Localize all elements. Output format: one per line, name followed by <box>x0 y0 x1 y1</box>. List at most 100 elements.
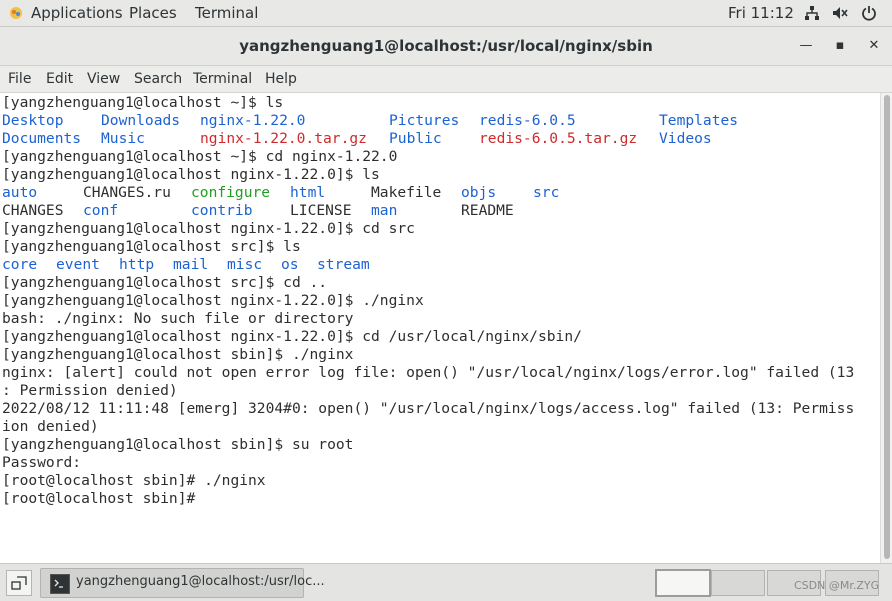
terminal-text-segment: nginx: [alert] could not open error log … <box>2 364 855 381</box>
terminal-line: Desktop Downloads nginx-1.22.0 Pictures redi… <box>2 112 878 130</box>
taskbar-window-label: yangzhenguang1@localhost:/usr/loc... <box>76 574 325 589</box>
terminal-text-segment: : Permission denied) <box>2 382 178 399</box>
terminal-text-segment: html <box>290 184 326 201</box>
minimize-icon: — <box>799 38 813 53</box>
terminal-text-segment: LICENSE <box>290 202 352 219</box>
terminal-text-segment: nginx-1.22.0 <box>200 112 306 129</box>
terminal-text-segment: redis-6.0.5.tar.gz <box>479 130 638 147</box>
menu-terminal[interactable]: Terminal <box>193 71 252 87</box>
terminal-text-segment: CHANGES.ru <box>83 184 171 201</box>
terminal-text-segment: mail <box>173 256 209 273</box>
terminal-text-segment: 2022/08/12 11:11:48 [emerg] 3204#0: open… <box>2 400 855 417</box>
menu-file[interactable]: File <box>8 71 31 87</box>
terminal-text-segment: bash: ./nginx: No such file or directory <box>2 310 354 327</box>
terminal-line: bash: ./nginx: No such file or directory <box>2 310 878 328</box>
terminal-text-segment: src <box>533 184 560 201</box>
menu-search[interactable]: Search <box>134 71 182 87</box>
terminal-line: Documents Music nginx-1.22.0.tar.gz Public r… <box>2 130 878 148</box>
terminal-line: [yangzhenguang1@localhost nginx-1.22.0]$… <box>2 220 878 238</box>
terminal-text-segment: Downloads <box>101 112 181 129</box>
window-title: yangzhenguang1@localhost:/usr/local/ngin… <box>239 37 653 55</box>
terminal-app-menu[interactable]: Terminal <box>195 4 258 22</box>
terminal-line: [yangzhenguang1@localhost ~]$ ls <box>2 94 878 112</box>
workspace-1[interactable] <box>655 569 711 597</box>
terminal-text-segment: Pictures <box>389 112 460 129</box>
terminal-text-segment: Documents <box>2 130 82 147</box>
terminal-text-segment: [yangzhenguang1@localhost nginx-1.22.0]$… <box>2 220 415 237</box>
terminal-text-segment: event <box>56 256 100 273</box>
minimize-button[interactable]: — <box>795 35 817 57</box>
window-titlebar[interactable]: yangzhenguang1@localhost:/usr/local/ngin… <box>0 27 892 66</box>
terminal-line: 2022/08/12 11:11:48 [emerg] 3204#0: open… <box>2 400 878 418</box>
volume-muted-icon[interactable] <box>832 5 848 21</box>
terminal-text-segment: [yangzhenguang1@localhost nginx-1.22.0]$… <box>2 166 380 183</box>
menu-view[interactable]: View <box>87 71 120 87</box>
show-desktop-button[interactable] <box>6 570 32 596</box>
terminal-text-segment: Music <box>101 130 145 147</box>
terminal-text-segment: os <box>281 256 299 273</box>
maximize-button[interactable]: ▪ <box>829 35 851 57</box>
terminal-line: auto CHANGES.ru configure html Makefile objs s… <box>2 184 878 202</box>
terminal-line: ion denied) <box>2 418 878 436</box>
terminal-text-segment: [yangzhenguang1@localhost sbin]$ ./nginx <box>2 346 354 363</box>
terminal-text-segment: Templates <box>659 112 739 129</box>
terminal-text-segment: [yangzhenguang1@localhost ~]$ ls <box>2 94 284 111</box>
terminal-line: [root@localhost sbin]# <box>2 490 878 508</box>
terminal-line: [yangzhenguang1@localhost src]$ ls <box>2 238 878 256</box>
terminal-line: [yangzhenguang1@localhost nginx-1.22.0]$… <box>2 328 878 346</box>
terminal-text-segment: http <box>119 256 155 273</box>
terminal-cursor <box>209 492 210 507</box>
applications-icon[interactable] <box>9 6 23 20</box>
network-icon[interactable] <box>804 5 820 21</box>
terminal-output[interactable]: [yangzhenguang1@localhost ~]$ ls Desktop D… <box>0 93 880 563</box>
terminal-text-segment: misc <box>227 256 263 273</box>
workspace-2[interactable] <box>711 570 765 596</box>
terminal-icon <box>50 574 70 594</box>
power-icon[interactable] <box>861 5 877 21</box>
terminal-text-segment: [yangzhenguang1@localhost src]$ cd .. <box>2 274 328 291</box>
terminal-line: [root@localhost sbin]# ./nginx <box>2 472 878 490</box>
menu-help[interactable]: Help <box>265 71 297 87</box>
terminal-text-segment: contrib <box>191 202 253 219</box>
terminal-line: [yangzhenguang1@localhost sbin]$ ./nginx <box>2 346 878 364</box>
terminal-text-segment: Password: <box>2 454 82 471</box>
terminal-menubar: File Edit View Search Terminal Help <box>0 66 892 93</box>
terminal-line: nginx: [alert] could not open error log … <box>2 364 878 382</box>
terminal-text-segment: [root@localhost sbin]# ./nginx <box>2 472 266 489</box>
close-button[interactable]: ✕ <box>863 35 885 57</box>
close-icon: ✕ <box>868 38 880 53</box>
clock[interactable]: Fri 11:12 <box>728 4 794 22</box>
terminal-text-segment: nginx-1.22.0.tar.gz <box>200 130 367 147</box>
terminal-text-segment: redis-6.0.5 <box>479 112 576 129</box>
terminal-line: [yangzhenguang1@localhost nginx-1.22.0]$… <box>2 166 878 184</box>
terminal-line: core event http mail misc os stream <box>2 256 878 274</box>
show-desktop-icon <box>11 576 27 590</box>
terminal-text-segment: [yangzhenguang1@localhost src]$ ls <box>2 238 301 255</box>
taskbar-window-button[interactable]: yangzhenguang1@localhost:/usr/loc... <box>40 568 325 598</box>
terminal-text-segment: Makefile <box>371 184 442 201</box>
scrollbar-thumb[interactable] <box>884 95 890 559</box>
terminal-text-segment: auto <box>2 184 38 201</box>
watermark: CSDN @Mr.ZYG <box>794 579 880 592</box>
terminal-text-segment: core <box>2 256 38 273</box>
terminal-text-segment: [yangzhenguang1@localhost nginx-1.22.0]$… <box>2 292 424 309</box>
terminal-text-segment: [root@localhost sbin]# <box>2 490 205 507</box>
top-bar: Applications Places Terminal Fri 11:12 <box>0 0 892 27</box>
terminal-text-segment: Desktop <box>2 112 64 129</box>
terminal-line: CHANGES conf contrib LICENSE man README <box>2 202 878 220</box>
applications-menu[interactable]: Applications <box>31 4 123 22</box>
terminal-text-segment: man <box>371 202 398 219</box>
terminal-text-segment: [yangzhenguang1@localhost nginx-1.22.0]$… <box>2 328 582 345</box>
terminal-line: [yangzhenguang1@localhost nginx-1.22.0]$… <box>2 292 878 310</box>
terminal-text-segment: Videos <box>659 130 712 147</box>
menu-edit[interactable]: Edit <box>46 71 73 87</box>
terminal-text-segment: CHANGES <box>2 202 64 219</box>
terminal-line: Password: <box>2 454 878 472</box>
terminal-text-segment: configure <box>191 184 271 201</box>
terminal-text-segment: [yangzhenguang1@localhost ~]$ cd nginx-1… <box>2 148 398 165</box>
places-menu[interactable]: Places <box>129 4 177 22</box>
terminal-text-segment: Public <box>389 130 442 147</box>
terminal-text-segment: [yangzhenguang1@localhost sbin]$ su root <box>2 436 354 453</box>
scrollbar[interactable] <box>880 93 892 563</box>
terminal-text-segment: objs <box>461 184 497 201</box>
